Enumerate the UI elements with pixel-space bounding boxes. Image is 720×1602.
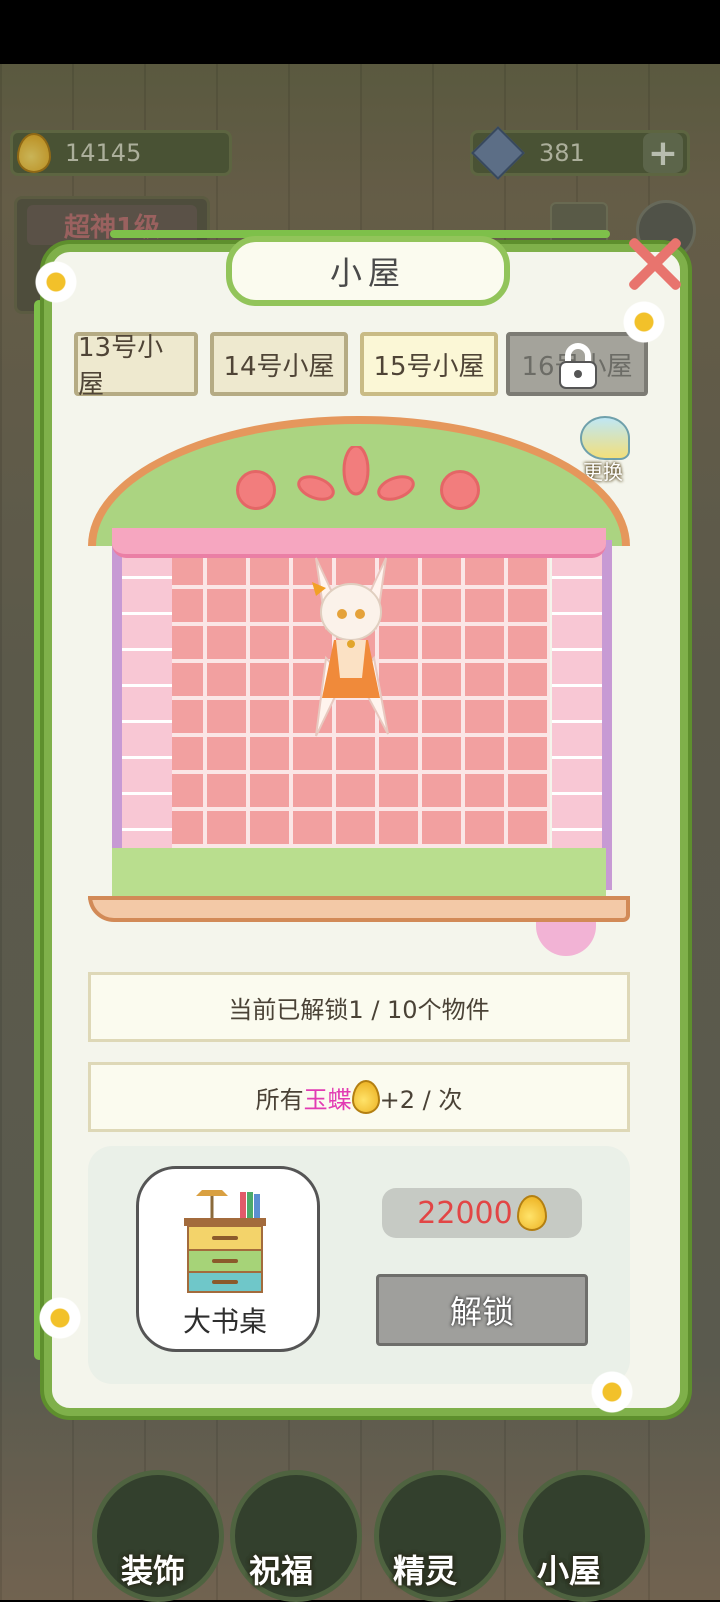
nav-house-label: 小屋 — [536, 1552, 601, 1590]
roof-ornament — [296, 444, 416, 504]
house-floor — [112, 848, 606, 896]
drop-icon — [516, 1195, 547, 1231]
daisy-icon — [38, 1296, 82, 1340]
panel-title: 小屋 — [226, 236, 510, 306]
bonus-prefix: 所有 — [255, 1085, 304, 1114]
daisy-icon — [622, 300, 666, 344]
fairy-character[interactable] — [296, 548, 406, 738]
daisy-icon — [34, 260, 78, 304]
nav-decoration-label: 装饰 — [120, 1552, 185, 1590]
unlock-button[interactable]: 解锁 — [376, 1274, 588, 1346]
bonus-highlight: 玉蝶 — [303, 1085, 352, 1114]
house-base — [88, 896, 630, 922]
close-icon[interactable] — [626, 236, 682, 292]
drop-icon — [351, 1080, 380, 1114]
daisy-icon — [590, 1370, 634, 1414]
nav-fairy-label: 精灵 — [392, 1552, 457, 1590]
bonus-suffix: +2 / 次 — [379, 1085, 463, 1114]
tab-house-14[interactable]: 14号小屋 — [210, 332, 348, 396]
bonus-bar: 所有 玉蝶 +2 / 次 — [88, 1062, 630, 1132]
roof-window-left — [236, 470, 276, 510]
status-bar — [0, 0, 720, 64]
tab-house-15[interactable]: 15号小屋 — [360, 332, 498, 396]
lock-icon — [556, 342, 600, 390]
price-tag: 22000 — [382, 1188, 582, 1238]
nav-blessing-label: 祝福 — [248, 1552, 313, 1590]
house-right-wall — [552, 540, 612, 890]
price-value: 22000 — [417, 1195, 513, 1231]
item-name: 大书桌 — [182, 1305, 267, 1338]
unlocked-count-bar: 当前已解锁1 / 10个物件 — [88, 972, 630, 1042]
butterfly-icon — [580, 416, 630, 460]
tab-house-16[interactable]: 16号小屋 — [506, 332, 648, 396]
roof-window-right — [440, 470, 480, 510]
vine-left — [34, 300, 44, 1360]
desk-icon — [182, 1188, 268, 1298]
tab-house-13[interactable]: 13号小屋 — [74, 332, 198, 400]
house-left-wall — [112, 540, 172, 890]
